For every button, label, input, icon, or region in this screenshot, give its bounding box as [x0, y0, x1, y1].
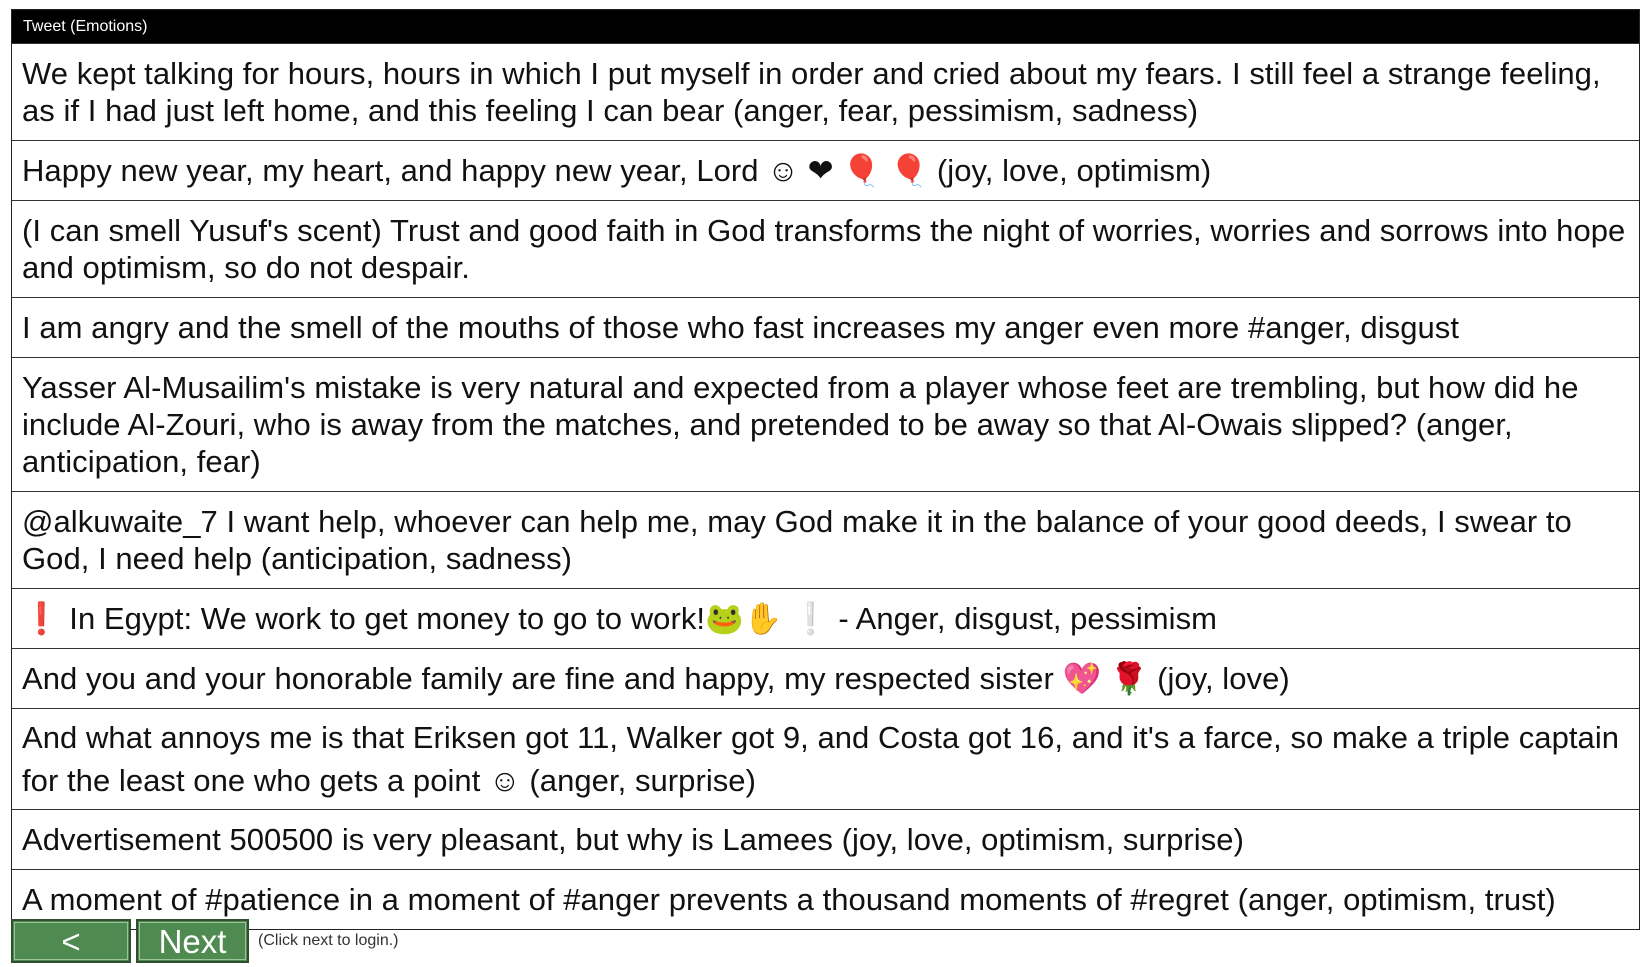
tweet-row: We kept talking for hours, hours in whic…	[12, 43, 1639, 140]
tweet-row: ❗ In Egypt: We work to get money to go t…	[12, 588, 1639, 648]
next-button[interactable]: Next >	[136, 918, 249, 967]
tweet-row: And what annoys me is that Eriksen got 1…	[12, 708, 1639, 809]
tweet-row: Advertisement 500500 is very pleasant, b…	[12, 809, 1639, 869]
tweet-row: @alkuwaite_7 I want help, whoever can he…	[12, 491, 1639, 588]
table-header: Tweet (Emotions)	[12, 10, 1639, 43]
tweet-row: (I can smell Yusuf's scent) Trust and go…	[12, 200, 1639, 297]
survey-page: Tweet (Emotions) We kept talking for hou…	[0, 0, 1644, 967]
tweet-row: Happy new year, my heart, and happy new …	[12, 140, 1639, 200]
tweet-table: Tweet (Emotions) We kept talking for hou…	[11, 9, 1640, 930]
tweet-row: I am angry and the smell of the mouths o…	[12, 297, 1639, 357]
tweet-row: Yasser Al-Musailim's mistake is very nat…	[12, 357, 1639, 491]
back-button[interactable]: < Back	[11, 918, 131, 967]
tweet-row: And you and your honorable family are fi…	[12, 648, 1639, 708]
navigation-bar: < Back Next > (Click next to login.)	[11, 917, 399, 967]
next-hint-text: (Click next to login.)	[258, 931, 399, 949]
